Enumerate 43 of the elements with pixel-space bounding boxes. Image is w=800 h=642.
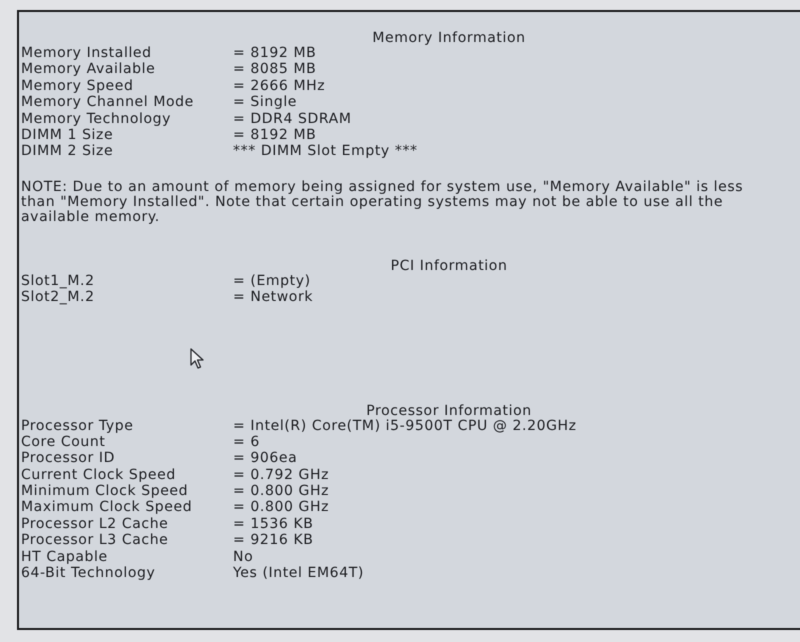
field-value: = 906ea	[233, 450, 298, 467]
field-label: Memory Technology	[21, 110, 172, 127]
field-value: = 1536 KB	[233, 516, 314, 532]
field-label: Memory Installed	[21, 45, 153, 62]
field-value: = Single	[233, 94, 298, 111]
field-label: DIMM 2 Size	[21, 143, 114, 160]
field-value: = 8085 MB	[233, 61, 316, 78]
field-value: No	[233, 548, 254, 566]
field-value: = (Empty)	[233, 272, 311, 290]
field-value: Yes (Intel EM64T)	[233, 565, 364, 582]
field-value: = 6	[233, 434, 260, 450]
field-label: HT Capable	[21, 548, 109, 566]
field-value: = 0.800 GHz	[233, 499, 330, 516]
field-label: Processor L3 Cache	[21, 532, 170, 549]
field-value: = 9216 KB	[233, 532, 314, 549]
field-label: Slot2_M.2	[21, 289, 96, 306]
field-label: Memory Available	[21, 61, 156, 78]
field-label: 64-Bit Technology	[21, 565, 156, 582]
note-text: NOTE: Due to an amount of memory being assigned for system use, "Memory Available" is less than "Memory Installed". Note that certain operating systems may not be able to use all the available memory.	[21, 180, 744, 225]
field-label: Processor L2 Cache	[21, 516, 170, 532]
field-label: Memory Channel Mode	[21, 94, 195, 111]
section-title: Memory Information	[372, 30, 526, 46]
field-value: = 0.792 GHz	[233, 466, 330, 484]
field-label: Memory Speed	[21, 78, 134, 94]
field-label: DIMM 1 Size	[21, 126, 114, 144]
mouse-pointer-icon	[190, 348, 204, 369]
section-title: Processor Information	[366, 402, 532, 419]
field-label: Processor ID	[21, 450, 116, 467]
field-label: Core Count	[21, 434, 106, 450]
field-value: = 2666 MHz	[233, 78, 326, 94]
section-title: PCI Information	[390, 258, 508, 274]
field-label: Maximum Clock Speed	[21, 499, 194, 516]
field-label: Minimum Clock Speed	[21, 483, 190, 500]
field-label: Processor Type	[21, 418, 134, 434]
field-value: = 0.800 GHz	[233, 483, 330, 500]
field-value: = 8192 MB	[233, 126, 316, 144]
field-value: = Intel(R) Core(TM) i5-9500T CPU @ 2.20GHz	[233, 418, 577, 434]
field-value: = DDR4 SDRAM	[233, 110, 352, 127]
field-value: = 8192 MB	[233, 45, 316, 62]
field-value: = Network	[233, 289, 314, 306]
field-label: Current Clock Speed	[21, 466, 177, 484]
field-label: Slot1_M.2	[21, 272, 96, 290]
field-value: *** DIMM Slot Empty ***	[233, 143, 418, 160]
